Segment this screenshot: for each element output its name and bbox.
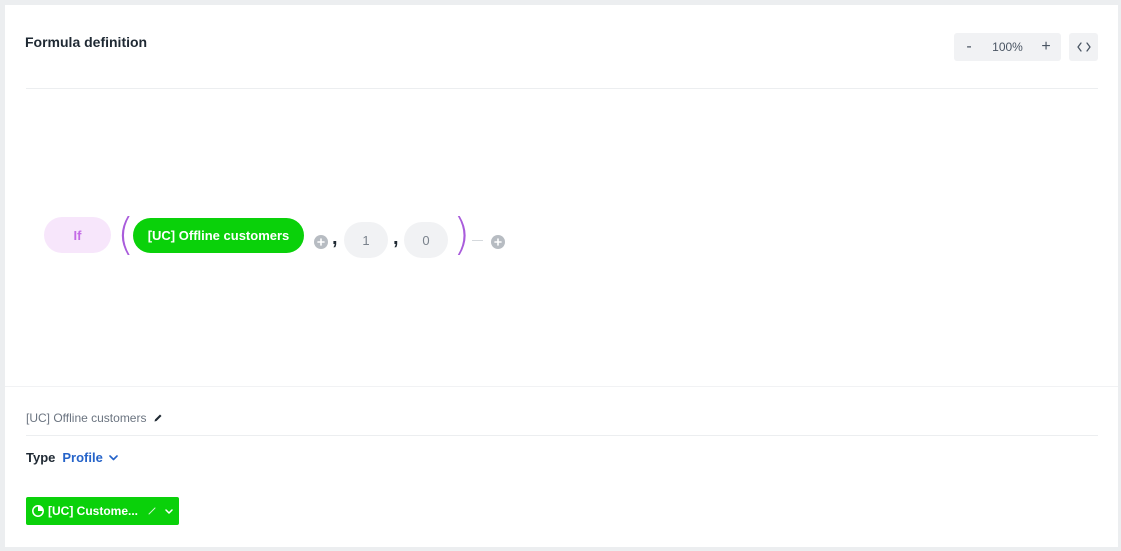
- add-condition-button[interactable]: [314, 235, 328, 249]
- segment-split-button: [UC] Custome...: [26, 497, 179, 525]
- segment-icon: [32, 505, 44, 517]
- pencil-icon: [148, 507, 156, 515]
- true-value-chip[interactable]: 1: [344, 222, 388, 258]
- type-row: Type Profile: [26, 450, 118, 465]
- zoom-value: 100%: [992, 40, 1023, 54]
- segment-name-row: [UC] Offline customers: [26, 411, 163, 425]
- segment-name-text: [UC] Offline customers: [26, 411, 147, 425]
- plus-icon: [494, 238, 502, 246]
- type-label: Type: [26, 450, 56, 465]
- function-if-chip[interactable]: If: [44, 217, 111, 253]
- false-value-chip[interactable]: 0: [404, 222, 448, 258]
- open-paren: (: [117, 209, 135, 260]
- canvas-divider: [5, 386, 1118, 387]
- formula-canvas: If ( [UC] Offline customers , 1 , 0 ): [5, 89, 1118, 386]
- add-expression-button[interactable]: [491, 235, 505, 249]
- condition-segment-chip[interactable]: [UC] Offline customers: [133, 218, 304, 253]
- chevron-down-icon: [109, 454, 118, 460]
- segment-dropdown-toggle[interactable]: [159, 497, 179, 525]
- close-paren: ): [453, 209, 471, 260]
- zoom-in-button[interactable]: +: [1035, 36, 1057, 58]
- type-dropdown[interactable]: Profile: [62, 450, 118, 465]
- formula-panel: Formula definition - 100% + If ( [UC] Of…: [5, 5, 1118, 547]
- segment-button-label: [UC] Custome...: [48, 504, 138, 518]
- argument-separator: ,: [332, 227, 338, 249]
- plus-icon: [317, 238, 325, 246]
- segment-button[interactable]: [UC] Custome...: [26, 497, 159, 525]
- argument-separator: ,: [393, 227, 399, 249]
- zoom-out-button[interactable]: -: [958, 36, 980, 58]
- details-divider: [26, 435, 1098, 436]
- zoom-control: - 100% +: [954, 33, 1061, 61]
- type-value: Profile: [62, 450, 103, 465]
- pencil-icon[interactable]: [153, 413, 163, 423]
- code-brackets-icon: [1076, 42, 1091, 52]
- chevron-down-icon: [165, 508, 173, 514]
- code-view-button[interactable]: [1069, 33, 1098, 61]
- connector-line: [472, 240, 483, 241]
- page-title: Formula definition: [25, 34, 148, 50]
